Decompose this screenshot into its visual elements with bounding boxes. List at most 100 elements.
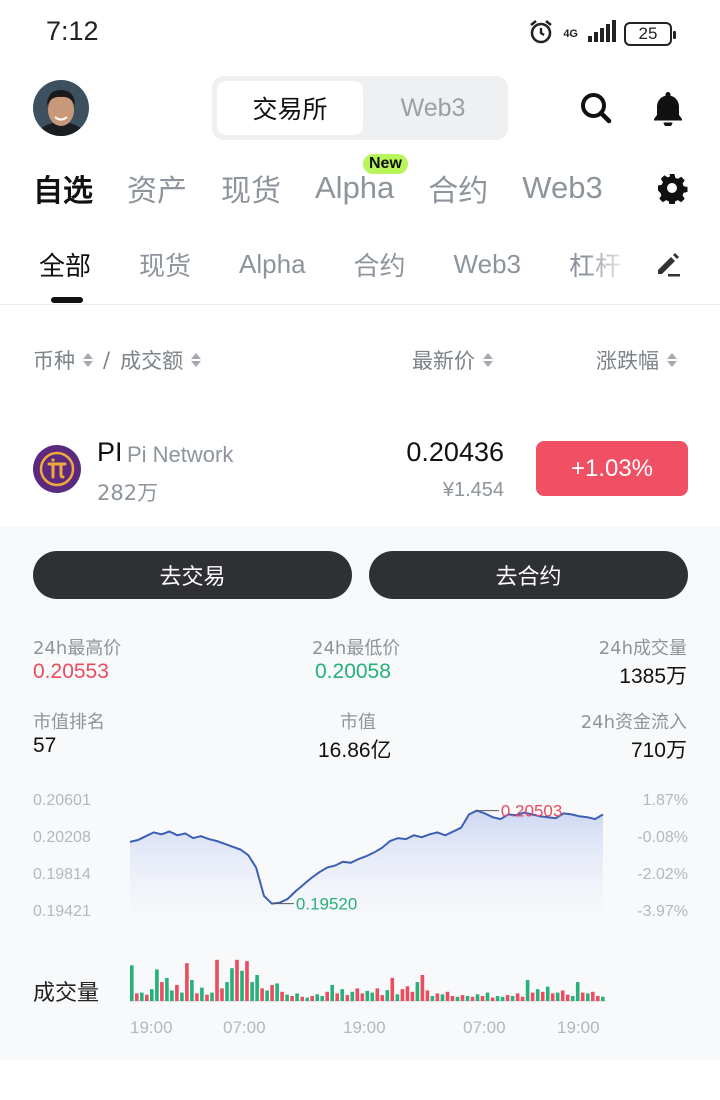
volume-bar <box>290 996 294 1001</box>
switch-web3[interactable]: Web3 <box>363 81 503 135</box>
tab-favorites[interactable]: 自选 <box>33 166 93 210</box>
volume-bar <box>570 996 575 1001</box>
inflow-value: 710万 <box>630 739 687 762</box>
x-tick: 19:00 <box>557 1018 600 1037</box>
volume-bar <box>130 965 134 1001</box>
volume-bar <box>255 975 259 1001</box>
volume-bar <box>525 980 530 1001</box>
volume-bar <box>540 991 545 1001</box>
volume-bar <box>550 993 555 1001</box>
search-icon[interactable] <box>576 88 616 128</box>
volume-bar <box>445 991 450 1001</box>
tab-alpha[interactable]: Alpha New <box>315 154 408 206</box>
volume-bar <box>430 996 435 1001</box>
volume-bar <box>195 993 199 1001</box>
volume-bar <box>155 969 159 1001</box>
column-change-header[interactable]: 涨跌幅 <box>596 345 677 375</box>
max-price-label: 0.20503 <box>501 802 562 821</box>
volume-bar <box>575 982 580 1001</box>
low-value: 0.20058 <box>315 660 391 683</box>
volume-bar <box>495 996 500 1001</box>
coin-price: 0.20436 <box>406 437 504 467</box>
min-price-label: 0.19520 <box>296 895 357 914</box>
go-trade-button[interactable]: 去交易 <box>33 551 352 599</box>
volume-bar <box>145 994 149 1001</box>
price-chart[interactable]: 0.20503 0.19520 <box>0 780 720 930</box>
volume-chart <box>130 959 606 1002</box>
signal-icon <box>586 20 616 48</box>
sub-tabs: 全部 现货 Alpha 合约 Web3 杠杆 <box>39 246 669 283</box>
mcap-value: 16.86亿 <box>318 739 392 762</box>
volume-bar <box>580 992 585 1001</box>
volume-bar <box>250 982 254 1001</box>
coin-turnover: 282万 <box>97 481 159 505</box>
volume-bar <box>150 989 154 1001</box>
subtab-web3[interactable]: Web3 <box>454 249 521 280</box>
volume-bar <box>230 968 234 1001</box>
volume-bar <box>565 994 570 1001</box>
volume-bar <box>305 997 309 1001</box>
volume-bar <box>435 993 440 1001</box>
tab-alpha-label: Alpha <box>315 170 395 205</box>
volume-bar <box>425 990 430 1001</box>
column-pair-header[interactable]: 币种 / 成交额 <box>33 345 202 375</box>
x-tick: 19:00 <box>343 1018 386 1037</box>
volume-bar <box>460 995 465 1001</box>
col-separator: / <box>103 348 111 372</box>
tab-spot[interactable]: 现货 <box>221 166 281 210</box>
tabs-fade <box>585 240 645 290</box>
sort-icon <box>83 353 93 367</box>
volume-bar <box>235 959 239 1001</box>
sort-icon <box>667 353 677 367</box>
volume-bar <box>135 993 139 1001</box>
new-badge: New <box>363 154 408 174</box>
volume-bar <box>500 996 505 1001</box>
volume-bar <box>470 996 475 1001</box>
volume-bar <box>360 993 365 1001</box>
battery-icon: 25 <box>624 22 676 46</box>
edit-icon[interactable] <box>654 250 682 282</box>
inflow-label: 24h资金流入 <box>580 712 687 733</box>
pi-logo-icon <box>33 445 81 493</box>
volume-bar <box>450 996 455 1001</box>
subtab-spot[interactable]: 现货 <box>139 246 191 283</box>
exchange-web3-switch: 交易所 Web3 <box>212 76 508 140</box>
rank-value: 57 <box>33 734 57 757</box>
tab-web3[interactable]: Web3 <box>522 170 602 206</box>
volume-bar <box>415 982 420 1001</box>
volume-bar <box>330 985 334 1001</box>
volume-bar <box>325 991 329 1001</box>
subtab-all[interactable]: 全部 <box>39 246 91 283</box>
volume-bar <box>405 986 410 1001</box>
volume-bar <box>285 994 289 1001</box>
volume-bar <box>475 994 480 1001</box>
volume-bar <box>400 989 405 1001</box>
volume-bar <box>340 989 344 1001</box>
gear-icon[interactable] <box>656 172 688 208</box>
volume-bar <box>485 992 490 1001</box>
main-tabs: 自选 资产 现货 Alpha New 合约 Web3 <box>33 154 637 210</box>
volume-bar <box>455 996 460 1001</box>
change-badge[interactable]: +1.03% <box>536 441 688 496</box>
switch-exchange[interactable]: 交易所 <box>217 81 363 135</box>
tab-futures[interactable]: 合约 <box>428 166 488 210</box>
tab-assets[interactable]: 资产 <box>127 166 187 210</box>
volume-bar <box>350 991 355 1001</box>
volume-bar <box>320 996 324 1001</box>
mcap-label: 市值 <box>340 712 376 733</box>
rank-label: 市值排名 <box>33 712 105 733</box>
col-change-label: 涨跌幅 <box>596 349 659 373</box>
avatar[interactable] <box>33 80 89 136</box>
volume-bar <box>365 990 370 1001</box>
column-price-header[interactable]: 最新价 <box>412 345 493 375</box>
col-pair-label: 币种 <box>33 349 75 373</box>
go-contract-button[interactable]: 去合约 <box>369 551 688 599</box>
volume-bar <box>280 991 284 1001</box>
subtab-alpha[interactable]: Alpha <box>239 249 306 280</box>
subtab-futures[interactable]: 合约 <box>354 246 406 283</box>
volume-bar <box>505 995 510 1001</box>
bell-icon[interactable] <box>648 88 688 128</box>
volume-bar <box>596 996 600 1001</box>
volume-bar <box>520 996 525 1001</box>
volume-bar <box>410 991 415 1001</box>
